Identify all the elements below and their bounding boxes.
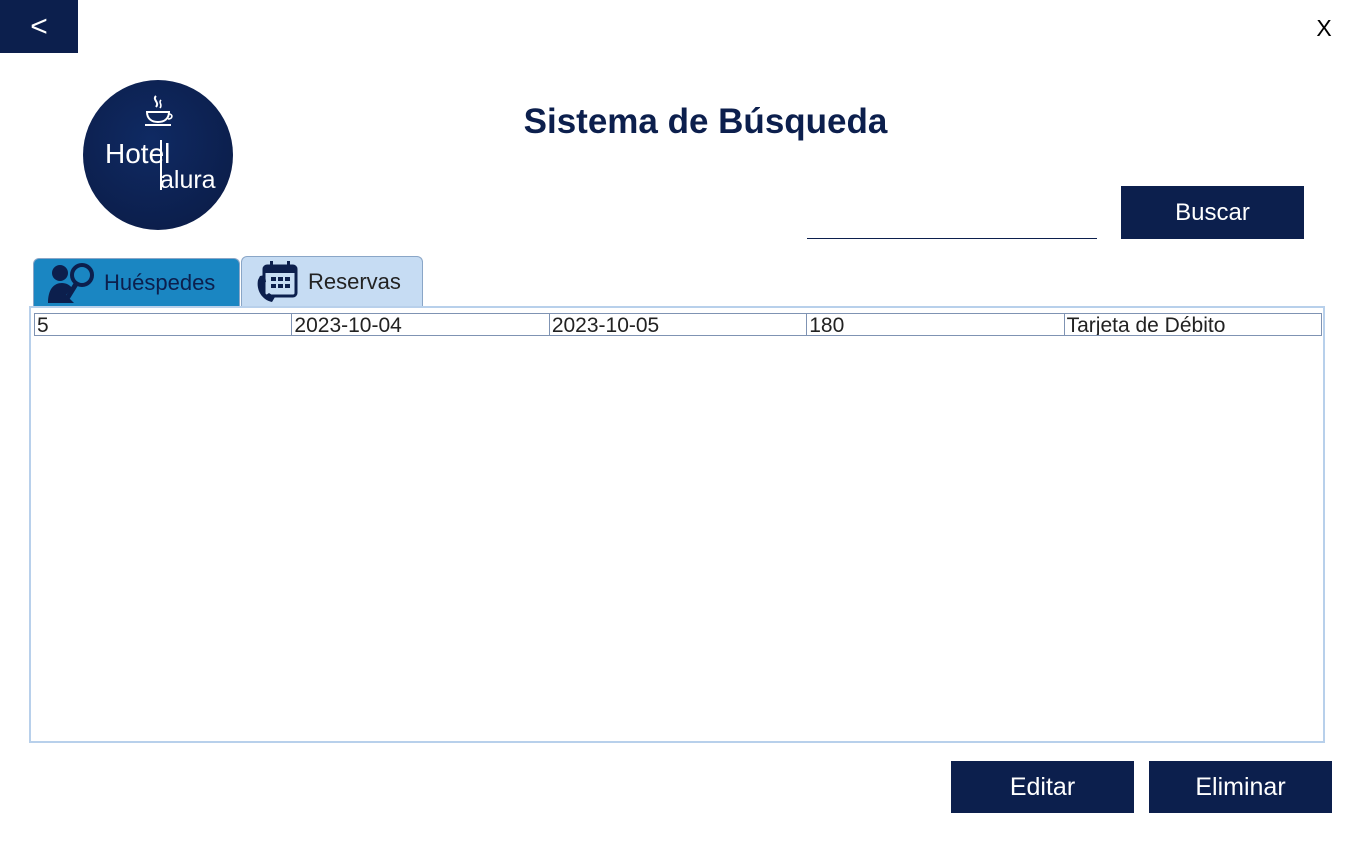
calendar-phone-icon	[256, 260, 300, 304]
tab-reservas-label: Reservas	[308, 268, 401, 294]
search-guest-icon	[48, 261, 96, 305]
table-cell-check-in[interactable]: 2023-10-04	[292, 314, 550, 335]
table-cell-check-out[interactable]: 2023-10-05	[550, 314, 808, 335]
back-button[interactable]: <	[0, 0, 78, 53]
tab-reservas[interactable]: Reservas	[241, 256, 423, 306]
reservations-table[interactable]: 5 2023-10-04 2023-10-05 180 Tarjeta de D…	[29, 306, 1325, 743]
table-row[interactable]: 5 2023-10-04 2023-10-05 180 Tarjeta de D…	[34, 313, 1323, 336]
tab-huespedes[interactable]: Huéspedes	[33, 258, 240, 306]
close-button[interactable]: X	[1307, 10, 1341, 46]
page-title: Sistema de Búsqueda	[523, 102, 888, 141]
search-button[interactable]: Buscar	[1121, 186, 1304, 239]
table-cell-value[interactable]: 180	[807, 314, 1065, 335]
edit-button[interactable]: Editar	[951, 761, 1134, 813]
tab-huespedes-label: Huéspedes	[104, 269, 216, 295]
table-cell-payment-method[interactable]: Tarjeta de Débito	[1065, 314, 1323, 335]
delete-button[interactable]: Eliminar	[1149, 761, 1332, 813]
logo-alura-text: alura	[160, 166, 216, 194]
search-input[interactable]	[807, 206, 1097, 239]
table-cell-id[interactable]: 5	[34, 314, 293, 335]
